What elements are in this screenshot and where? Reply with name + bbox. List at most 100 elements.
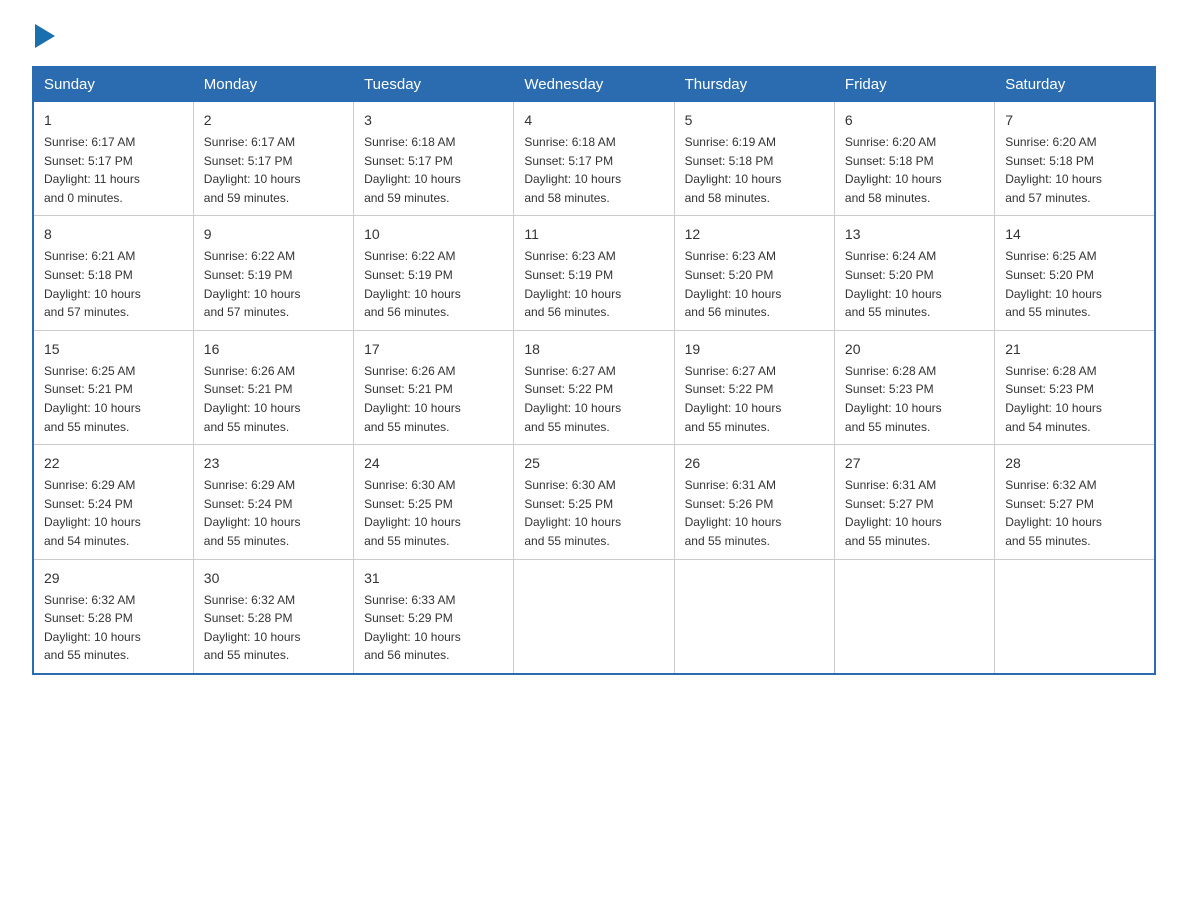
day-info: Sunrise: 6:20 AMSunset: 5:18 PMDaylight:… [1005, 133, 1144, 207]
calendar-table: SundayMondayTuesdayWednesdayThursdayFrid… [32, 66, 1156, 675]
day-number: 3 [364, 110, 503, 131]
calendar-cell: 29Sunrise: 6:32 AMSunset: 5:28 PMDayligh… [33, 559, 193, 674]
calendar-cell: 15Sunrise: 6:25 AMSunset: 5:21 PMDayligh… [33, 330, 193, 444]
logo-triangle-icon [35, 24, 55, 48]
day-number: 23 [204, 453, 343, 474]
calendar-cell: 26Sunrise: 6:31 AMSunset: 5:26 PMDayligh… [674, 445, 834, 559]
day-number: 22 [44, 453, 183, 474]
day-number: 12 [685, 224, 824, 245]
day-info: Sunrise: 6:30 AMSunset: 5:25 PMDaylight:… [524, 476, 663, 550]
calendar-cell: 4Sunrise: 6:18 AMSunset: 5:17 PMDaylight… [514, 102, 674, 216]
calendar-cell: 16Sunrise: 6:26 AMSunset: 5:21 PMDayligh… [193, 330, 353, 444]
calendar-cell: 12Sunrise: 6:23 AMSunset: 5:20 PMDayligh… [674, 216, 834, 330]
day-number: 6 [845, 110, 984, 131]
day-info: Sunrise: 6:27 AMSunset: 5:22 PMDaylight:… [685, 362, 824, 436]
day-number: 9 [204, 224, 343, 245]
day-number: 2 [204, 110, 343, 131]
day-info: Sunrise: 6:26 AMSunset: 5:21 PMDaylight:… [204, 362, 343, 436]
calendar-header-row: SundayMondayTuesdayWednesdayThursdayFrid… [33, 67, 1155, 102]
calendar-week-row: 8Sunrise: 6:21 AMSunset: 5:18 PMDaylight… [33, 216, 1155, 330]
page-header [32, 24, 1156, 50]
day-number: 4 [524, 110, 663, 131]
day-info: Sunrise: 6:21 AMSunset: 5:18 PMDaylight:… [44, 247, 183, 321]
header-monday: Monday [193, 67, 353, 102]
day-info: Sunrise: 6:32 AMSunset: 5:28 PMDaylight:… [204, 591, 343, 665]
calendar-cell: 21Sunrise: 6:28 AMSunset: 5:23 PMDayligh… [995, 330, 1155, 444]
day-number: 19 [685, 339, 824, 360]
calendar-cell: 5Sunrise: 6:19 AMSunset: 5:18 PMDaylight… [674, 102, 834, 216]
day-info: Sunrise: 6:23 AMSunset: 5:19 PMDaylight:… [524, 247, 663, 321]
logo [32, 24, 55, 50]
calendar-cell: 13Sunrise: 6:24 AMSunset: 5:20 PMDayligh… [834, 216, 994, 330]
calendar-cell [514, 559, 674, 674]
day-number: 31 [364, 568, 503, 589]
calendar-cell: 17Sunrise: 6:26 AMSunset: 5:21 PMDayligh… [354, 330, 514, 444]
day-number: 18 [524, 339, 663, 360]
day-number: 14 [1005, 224, 1144, 245]
day-number: 16 [204, 339, 343, 360]
day-number: 30 [204, 568, 343, 589]
header-wednesday: Wednesday [514, 67, 674, 102]
day-info: Sunrise: 6:22 AMSunset: 5:19 PMDaylight:… [364, 247, 503, 321]
calendar-cell: 23Sunrise: 6:29 AMSunset: 5:24 PMDayligh… [193, 445, 353, 559]
calendar-cell [674, 559, 834, 674]
calendar-cell: 14Sunrise: 6:25 AMSunset: 5:20 PMDayligh… [995, 216, 1155, 330]
calendar-cell: 9Sunrise: 6:22 AMSunset: 5:19 PMDaylight… [193, 216, 353, 330]
day-number: 28 [1005, 453, 1144, 474]
header-tuesday: Tuesday [354, 67, 514, 102]
day-info: Sunrise: 6:28 AMSunset: 5:23 PMDaylight:… [845, 362, 984, 436]
calendar-cell: 10Sunrise: 6:22 AMSunset: 5:19 PMDayligh… [354, 216, 514, 330]
day-info: Sunrise: 6:29 AMSunset: 5:24 PMDaylight:… [44, 476, 183, 550]
header-friday: Friday [834, 67, 994, 102]
day-number: 15 [44, 339, 183, 360]
day-info: Sunrise: 6:28 AMSunset: 5:23 PMDaylight:… [1005, 362, 1144, 436]
calendar-cell: 25Sunrise: 6:30 AMSunset: 5:25 PMDayligh… [514, 445, 674, 559]
calendar-cell: 24Sunrise: 6:30 AMSunset: 5:25 PMDayligh… [354, 445, 514, 559]
calendar-cell: 19Sunrise: 6:27 AMSunset: 5:22 PMDayligh… [674, 330, 834, 444]
calendar-cell: 20Sunrise: 6:28 AMSunset: 5:23 PMDayligh… [834, 330, 994, 444]
day-info: Sunrise: 6:24 AMSunset: 5:20 PMDaylight:… [845, 247, 984, 321]
day-number: 24 [364, 453, 503, 474]
day-number: 8 [44, 224, 183, 245]
calendar-week-row: 22Sunrise: 6:29 AMSunset: 5:24 PMDayligh… [33, 445, 1155, 559]
calendar-cell: 8Sunrise: 6:21 AMSunset: 5:18 PMDaylight… [33, 216, 193, 330]
day-info: Sunrise: 6:25 AMSunset: 5:20 PMDaylight:… [1005, 247, 1144, 321]
calendar-cell: 31Sunrise: 6:33 AMSunset: 5:29 PMDayligh… [354, 559, 514, 674]
day-info: Sunrise: 6:22 AMSunset: 5:19 PMDaylight:… [204, 247, 343, 321]
day-number: 27 [845, 453, 984, 474]
day-info: Sunrise: 6:32 AMSunset: 5:28 PMDaylight:… [44, 591, 183, 665]
day-number: 25 [524, 453, 663, 474]
day-info: Sunrise: 6:31 AMSunset: 5:26 PMDaylight:… [685, 476, 824, 550]
day-number: 21 [1005, 339, 1144, 360]
day-info: Sunrise: 6:29 AMSunset: 5:24 PMDaylight:… [204, 476, 343, 550]
calendar-cell: 27Sunrise: 6:31 AMSunset: 5:27 PMDayligh… [834, 445, 994, 559]
day-info: Sunrise: 6:27 AMSunset: 5:22 PMDaylight:… [524, 362, 663, 436]
day-number: 10 [364, 224, 503, 245]
day-info: Sunrise: 6:20 AMSunset: 5:18 PMDaylight:… [845, 133, 984, 207]
calendar-cell: 28Sunrise: 6:32 AMSunset: 5:27 PMDayligh… [995, 445, 1155, 559]
day-info: Sunrise: 6:30 AMSunset: 5:25 PMDaylight:… [364, 476, 503, 550]
day-number: 26 [685, 453, 824, 474]
day-info: Sunrise: 6:18 AMSunset: 5:17 PMDaylight:… [524, 133, 663, 207]
calendar-cell: 30Sunrise: 6:32 AMSunset: 5:28 PMDayligh… [193, 559, 353, 674]
day-number: 13 [845, 224, 984, 245]
day-info: Sunrise: 6:33 AMSunset: 5:29 PMDaylight:… [364, 591, 503, 665]
calendar-cell: 11Sunrise: 6:23 AMSunset: 5:19 PMDayligh… [514, 216, 674, 330]
header-saturday: Saturday [995, 67, 1155, 102]
day-number: 7 [1005, 110, 1144, 131]
day-number: 5 [685, 110, 824, 131]
day-info: Sunrise: 6:31 AMSunset: 5:27 PMDaylight:… [845, 476, 984, 550]
day-info: Sunrise: 6:23 AMSunset: 5:20 PMDaylight:… [685, 247, 824, 321]
day-number: 20 [845, 339, 984, 360]
calendar-cell: 22Sunrise: 6:29 AMSunset: 5:24 PMDayligh… [33, 445, 193, 559]
calendar-week-row: 29Sunrise: 6:32 AMSunset: 5:28 PMDayligh… [33, 559, 1155, 674]
calendar-cell: 2Sunrise: 6:17 AMSunset: 5:17 PMDaylight… [193, 102, 353, 216]
calendar-cell: 3Sunrise: 6:18 AMSunset: 5:17 PMDaylight… [354, 102, 514, 216]
day-number: 17 [364, 339, 503, 360]
calendar-cell [834, 559, 994, 674]
day-info: Sunrise: 6:17 AMSunset: 5:17 PMDaylight:… [44, 133, 183, 207]
calendar-cell [995, 559, 1155, 674]
header-sunday: Sunday [33, 67, 193, 102]
day-info: Sunrise: 6:26 AMSunset: 5:21 PMDaylight:… [364, 362, 503, 436]
day-number: 29 [44, 568, 183, 589]
